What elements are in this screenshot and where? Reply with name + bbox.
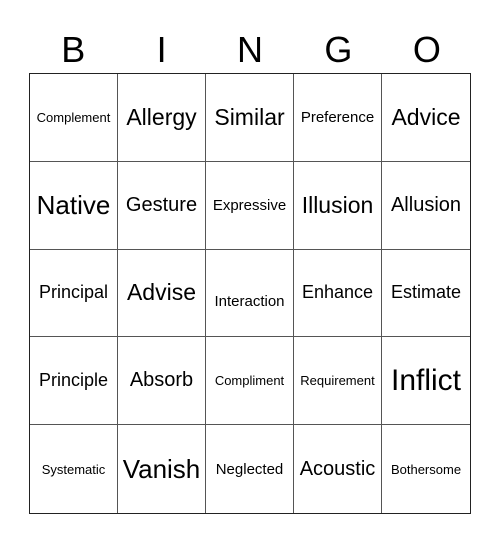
bingo-cell: Acoustic bbox=[294, 425, 382, 513]
bingo-grid: Complement Allergy Similar Preference Ad… bbox=[29, 73, 471, 514]
bingo-cell: Expressive bbox=[206, 161, 294, 250]
bingo-cell: Similar bbox=[206, 74, 294, 162]
bingo-cell: Estimate bbox=[382, 250, 470, 338]
bingo-cell: Bothersome bbox=[390, 461, 462, 477]
header-letter-o: O bbox=[412, 29, 441, 70]
bingo-cell: Preference bbox=[294, 74, 382, 162]
bingo-cell: Requirement bbox=[294, 337, 382, 426]
bingo-cell: Compliment bbox=[206, 337, 294, 426]
header-letter-b: B bbox=[61, 29, 86, 70]
bingo-header: B I N G O bbox=[29, 28, 471, 72]
header-letter-n: N bbox=[237, 29, 264, 70]
bingo-cell: Gesture bbox=[118, 161, 206, 250]
bingo-cell: Inflict bbox=[382, 337, 470, 426]
bingo-cell: Complement bbox=[30, 74, 118, 162]
header-letter-i: I bbox=[156, 29, 167, 70]
bingo-cell: Principal bbox=[30, 249, 118, 338]
bingo-cell: Absorb bbox=[118, 337, 206, 426]
bingo-cell: Allusion bbox=[382, 162, 470, 250]
bingo-cell: Systematic bbox=[30, 425, 118, 513]
bingo-cell: Neglected bbox=[206, 425, 294, 513]
header-letter-g: G bbox=[324, 29, 353, 70]
bingo-cell: Advice bbox=[382, 74, 470, 162]
bingo-cell: Vanish bbox=[118, 425, 206, 513]
bingo-cell: Advise bbox=[118, 249, 206, 338]
bingo-cell: Native bbox=[30, 161, 118, 250]
bingo-cell: Illusion bbox=[294, 161, 382, 250]
bingo-cell: Principle bbox=[30, 337, 118, 426]
bingo-cell: Interaction bbox=[206, 249, 294, 338]
bingo-cell: Allergy bbox=[118, 74, 206, 162]
bingo-cell: Enhance bbox=[294, 249, 382, 338]
